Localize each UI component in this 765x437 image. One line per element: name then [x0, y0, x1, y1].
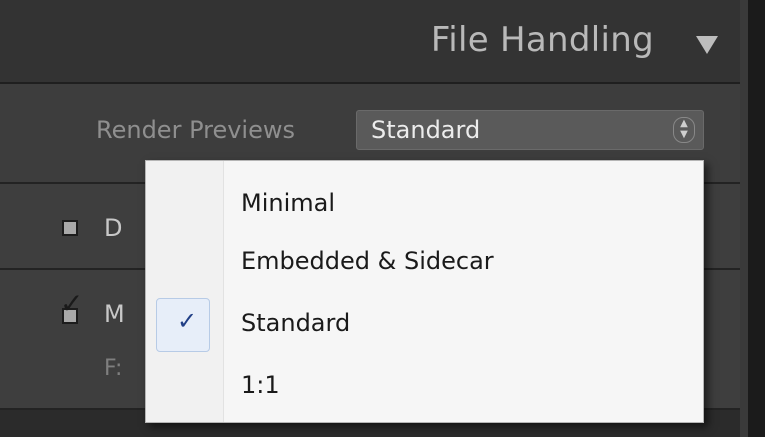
panel-edge: [740, 0, 748, 437]
file-handling-header[interactable]: File Handling: [0, 0, 740, 82]
option-row-unchecked-label: D: [104, 214, 123, 242]
scrollbar-track[interactable]: [748, 0, 765, 437]
menu-item-1-to-1[interactable]: 1:1: [146, 357, 703, 415]
menu-item-label: Embedded & Sidecar: [241, 247, 494, 275]
menu-item-label: Minimal: [241, 189, 336, 217]
panel-title: File Handling: [430, 20, 654, 60]
render-previews-label: Render Previews: [96, 116, 295, 144]
menu-item-minimal[interactable]: Minimal: [146, 175, 703, 233]
option-row-checked-sublabel: F:: [104, 356, 123, 381]
render-previews-dropdown-menu[interactable]: Minimal Embedded & Sidecar ✓ Standard 1:…: [145, 160, 704, 423]
stepper-arrows-icon: ▲ ▼: [673, 117, 695, 143]
menu-item-label: Standard: [241, 309, 351, 337]
checkbox-check-icon: ✓: [60, 287, 84, 320]
unchecked-checkbox[interactable]: [62, 220, 78, 236]
option-row-checked-label: M: [104, 300, 125, 328]
render-previews-select[interactable]: Standard ▲ ▼: [356, 110, 704, 150]
menu-item-standard[interactable]: Standard: [146, 295, 703, 353]
render-previews-value: Standard: [371, 116, 481, 144]
collapse-triangle-icon[interactable]: [696, 36, 718, 54]
menu-item-embedded-sidecar[interactable]: Embedded & Sidecar: [146, 233, 703, 291]
lightroom-import-panel: File Handling Render Previews Standard ▲…: [0, 0, 765, 437]
menu-item-label: 1:1: [241, 371, 280, 399]
